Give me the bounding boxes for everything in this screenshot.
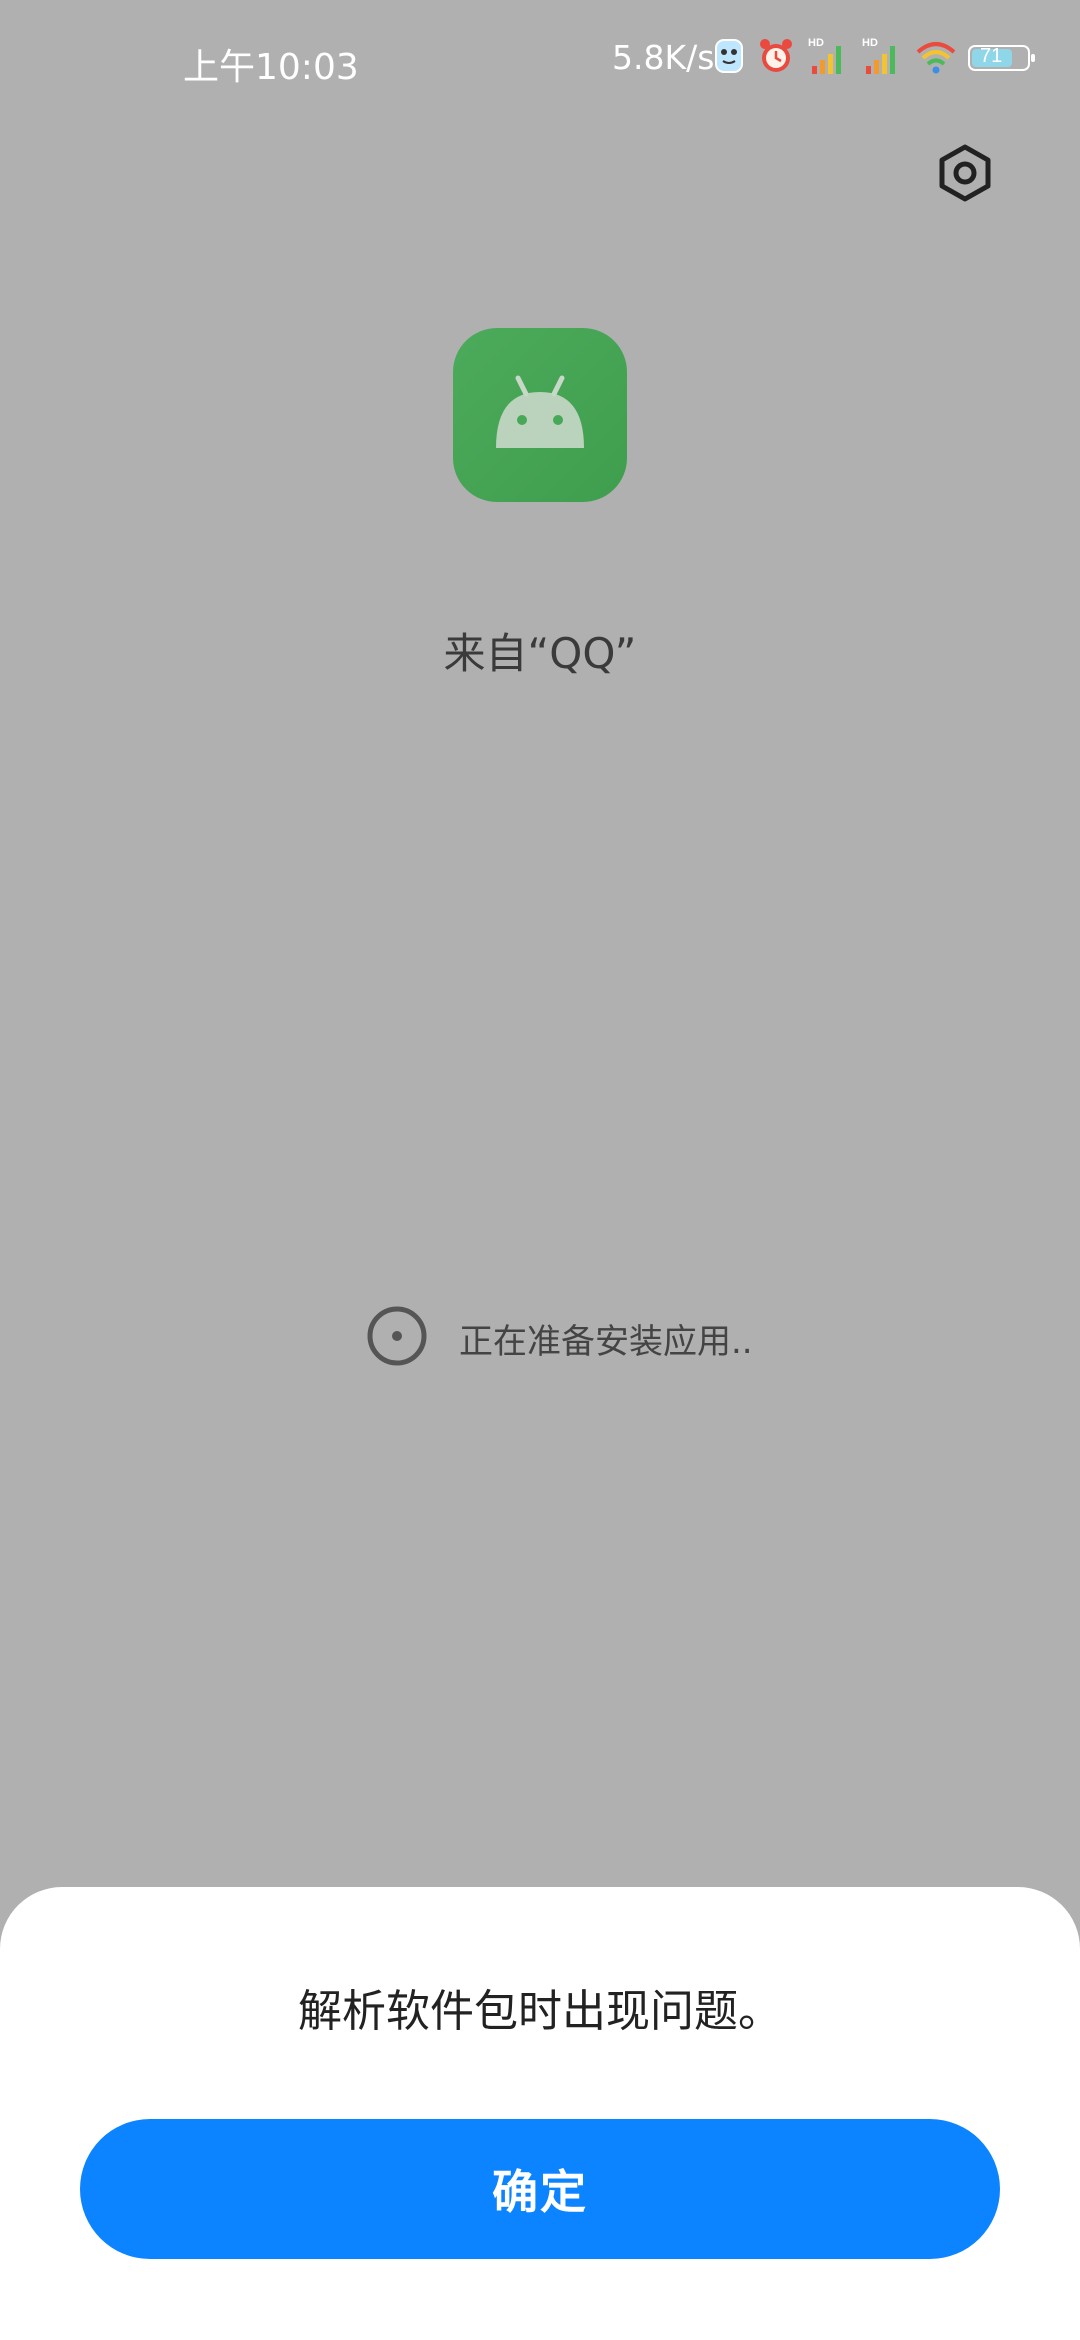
confirm-button[interactable]: 确定 [80, 2119, 1000, 2259]
settings-button[interactable] [930, 140, 1000, 210]
app-icon [453, 328, 627, 502]
status-bar: 上午10:03 5.8K/s HD HD 71 [0, 0, 1080, 120]
android-icon [490, 368, 590, 462]
gear-icon [937, 143, 993, 207]
install-progress: 正在准备安装应用.. [365, 1306, 753, 1370]
loading-circle-icon [365, 1304, 429, 1372]
network-speed: 5.8K/s [612, 38, 715, 77]
svg-text:HD: HD [862, 37, 878, 49]
signal-hd-1-icon: HD [806, 34, 850, 82]
wifi-icon [914, 36, 958, 80]
error-dialog: 解析软件包时出现问题。 确定 [0, 1887, 1080, 2340]
battery-level: 71 [980, 45, 1003, 67]
error-message: 解析软件包时出现问题。 [298, 1986, 782, 2037]
alarm-clock-icon [756, 36, 796, 80]
app-source-label: 来自“QQ” [443, 629, 637, 678]
status-icons: HD HD 71 [712, 34, 1038, 82]
battery-icon: 71 [968, 43, 1038, 73]
progress-text: 正在准备安装应用.. [459, 1321, 753, 1362]
robot-face-icon [712, 34, 746, 82]
signal-hd-2-icon: HD [860, 34, 904, 82]
svg-text:HD: HD [808, 37, 824, 49]
status-time: 上午10:03 [183, 47, 359, 88]
